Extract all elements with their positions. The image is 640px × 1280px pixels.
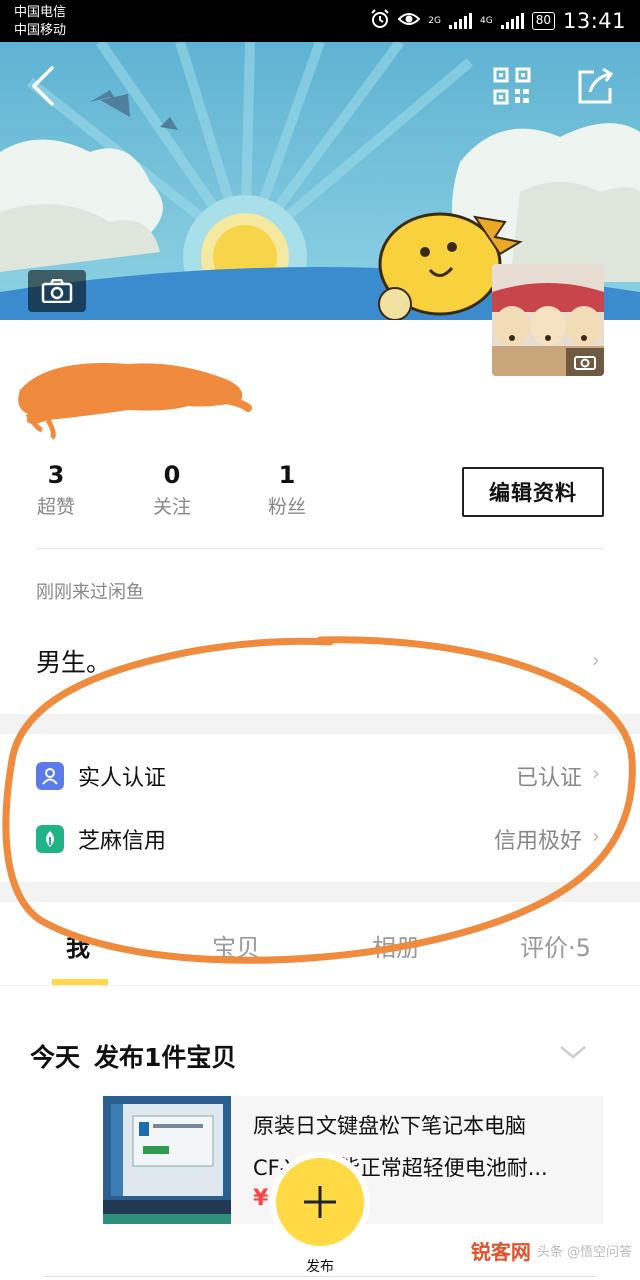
divider [44, 1276, 596, 1277]
stat-followers[interactable]: 1 粉丝 [257, 460, 317, 522]
tab-reviews[interactable]: 评价·5 [520, 928, 591, 963]
watermark-source: 头条 @悟空问答 [536, 1245, 632, 1260]
clock: 13:41 [562, 9, 626, 33]
stat-label: 粉丝 [267, 496, 306, 518]
edit-profile-button[interactable]: 编辑资料 [462, 467, 604, 517]
item-thumbnail [103, 1096, 231, 1224]
tab-me[interactable]: 我 [66, 928, 90, 963]
redacted-username [18, 363, 252, 440]
divider [36, 548, 604, 549]
feed-header: 今天 发布1件宝贝 [30, 1038, 250, 1074]
plus-icon [304, 1186, 336, 1218]
chevron-right-icon: › [592, 761, 600, 785]
row-real-name-verification[interactable]: 实人认证 已认证 › [0, 745, 640, 807]
stat-likes[interactable]: 3 超赞 [26, 460, 86, 522]
battery-icon: 80 [531, 12, 555, 30]
user-shield-icon [36, 762, 64, 790]
network-1: 2G [428, 15, 441, 26]
tab-album[interactable]: 相册 [372, 928, 420, 963]
stat-label: 关注 [152, 496, 191, 518]
divider [0, 985, 640, 986]
feed-day: 今天 [30, 1043, 81, 1072]
back-button[interactable] [24, 64, 64, 108]
row-value: 已认证 [515, 766, 582, 791]
chevron-left-icon [32, 66, 54, 106]
eye-icon [397, 11, 421, 31]
row-sesame-credit[interactable]: 芝麻信用 信用极好 › [0, 808, 640, 870]
bio-text[interactable]: 男生。 [36, 643, 111, 679]
row-value: 信用极好 [493, 829, 582, 854]
camera-icon [41, 279, 73, 303]
camera-icon [574, 356, 596, 370]
change-cover-button[interactable] [28, 270, 86, 312]
leaf-icon [36, 825, 64, 853]
stat-value: 1 [278, 461, 296, 489]
share-button[interactable] [574, 64, 618, 108]
item-title-line-1: 原装日文键盘松下笔记本电脑 [253, 1114, 526, 1138]
watermark-text: 锐客网 [468, 1236, 533, 1265]
avatar[interactable] [492, 264, 604, 376]
chevron-right-icon: › [592, 824, 600, 848]
expand-button[interactable] [558, 1042, 588, 1062]
section-gap [0, 882, 640, 902]
stat-label: 超赞 [36, 496, 75, 518]
qr-code-icon [493, 67, 531, 105]
signal-2-icon [500, 13, 524, 29]
publish-button[interactable] [276, 1158, 364, 1246]
network-2: 4G [479, 15, 493, 26]
alarm-icon [370, 9, 390, 33]
signal-1-icon [448, 13, 472, 29]
tab-items[interactable]: 宝贝 [212, 928, 260, 963]
change-avatar-button[interactable] [566, 348, 604, 376]
section-gap [0, 714, 640, 734]
stat-following[interactable]: 0 关注 [142, 460, 202, 522]
stat-value: 3 [47, 461, 65, 489]
stat-value: 0 [163, 461, 181, 489]
chevron-right-icon: › [592, 648, 600, 672]
share-icon [578, 67, 614, 104]
qr-code-button[interactable] [492, 66, 532, 106]
last-visit-text: 刚刚来过闲鱼 [36, 582, 144, 603]
row-label: 实人认证 [78, 766, 167, 791]
status-bar: 中国电信 中国移动 2G 4G 80 13:41 [0, 0, 640, 42]
carrier-2: 中国移动 [14, 23, 67, 38]
feed-summary: 发布1件宝贝 [94, 1043, 237, 1072]
watermark: 锐客网 头条 @悟空问答 [468, 1236, 632, 1265]
carrier-1: 中国电信 [14, 5, 67, 20]
row-label: 芝麻信用 [78, 829, 167, 854]
chevron-down-icon [560, 1046, 586, 1059]
